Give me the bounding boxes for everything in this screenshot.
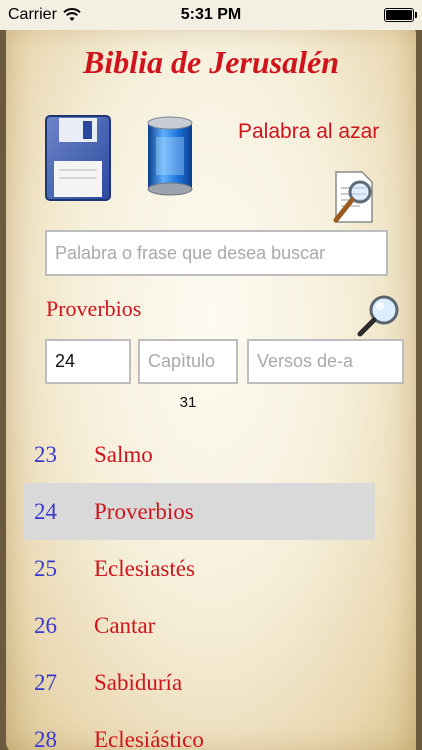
floppy-disk-icon[interactable]	[45, 115, 111, 201]
search-input[interactable]	[45, 230, 388, 276]
book-row-number: 23	[34, 441, 57, 467]
book-row-number: 24	[34, 498, 57, 524]
battery-icon	[384, 8, 417, 22]
book-row-selected[interactable]: 24 Proverbios	[24, 483, 375, 540]
book-row-number: 27	[34, 669, 57, 695]
book-row[interactable]: 25 Eclesiastés	[24, 540, 375, 597]
book-list[interactable]: 23 Salmo 24 Proverbios 25 Eclesiastés 26…	[24, 426, 375, 750]
book-row-name: Cantar	[94, 612, 156, 638]
database-icon[interactable]	[146, 115, 194, 197]
random-word-button[interactable]: Palabra al azar	[238, 120, 379, 144]
document-search-icon[interactable]	[330, 168, 380, 226]
book-row[interactable]: 23 Salmo	[24, 426, 375, 483]
book-number-field[interactable]	[45, 339, 131, 384]
verses-field[interactable]	[247, 339, 404, 384]
book-row[interactable]: 26 Cantar	[24, 597, 375, 654]
status-bar: Carrier 5:31 PM	[0, 0, 422, 30]
book-row-name: Eclesiástico	[94, 726, 204, 750]
wifi-icon	[63, 8, 81, 21]
carrier-label: Carrier	[8, 6, 57, 23]
book-row-number: 28	[34, 726, 57, 750]
book-row-number: 25	[34, 555, 57, 581]
chapter-field[interactable]	[138, 339, 238, 384]
status-left: Carrier	[8, 6, 81, 24]
selected-book-name: Proverbios	[46, 296, 142, 321]
book-row-name: Salmo	[94, 441, 153, 467]
app-title: Biblia de Jerusalén	[82, 44, 339, 80]
magnifier-icon[interactable]	[354, 292, 402, 340]
chapter-count: 31	[179, 394, 197, 411]
book-row[interactable]: 27 Sabiduría	[24, 654, 375, 711]
book-row-name: Eclesiastés	[94, 555, 195, 581]
book-row-name: Proverbios	[94, 498, 194, 524]
book-row-name: Sabiduría	[94, 669, 183, 695]
book-row[interactable]: 28 Eclesiástico	[24, 711, 375, 750]
book-row-number: 26	[34, 612, 57, 638]
